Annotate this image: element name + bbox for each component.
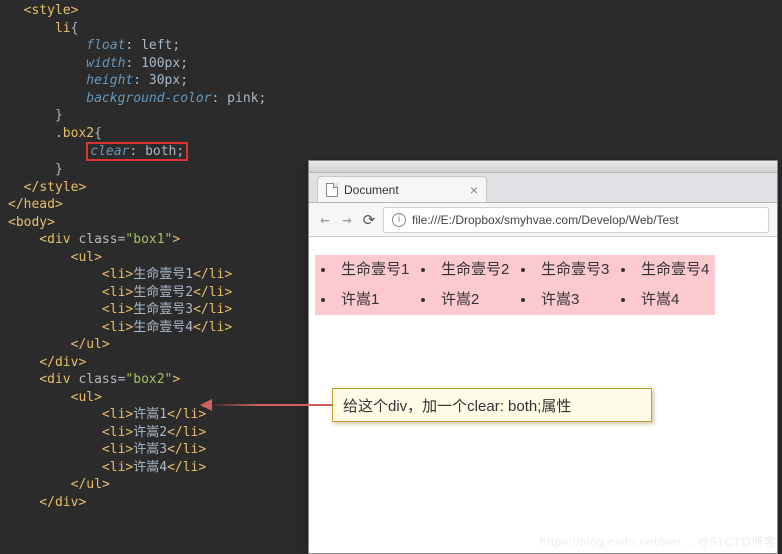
browser-titlebar (309, 161, 777, 173)
callout-box: 给这个div，加一个clear: both;属性 (332, 388, 652, 422)
back-icon[interactable]: ← (317, 212, 333, 228)
list-item: 生命壹号2 (415, 255, 515, 285)
callout-arrow-line (208, 404, 332, 406)
browser-tabstrip: Document × (309, 173, 777, 203)
reload-icon[interactable]: ⟳ (361, 212, 377, 228)
list-item: 生命壹号3 (515, 255, 615, 285)
code-line[interactable]: background-color: pink; (8, 90, 774, 108)
document-icon (326, 183, 338, 197)
url-text: file:///E:/Dropbox/smyhvae.com/Develop/W… (412, 213, 679, 227)
address-bar: ← → ⟳ i file:///E:/Dropbox/smyhvae.com/D… (309, 203, 777, 237)
code-line[interactable]: } (8, 107, 774, 125)
list-item: 生命壹号1 (315, 255, 415, 285)
forward-icon: → (339, 212, 355, 228)
code-line[interactable]: clear: both; (8, 142, 774, 161)
code-line[interactable]: .box2{ (8, 125, 774, 143)
list-item: 许嵩1 (315, 285, 415, 315)
list-item: 许嵩2 (415, 285, 515, 315)
highlight-redbox: clear: both; (86, 142, 188, 161)
page-viewport: 生命壹号1生命壹号2生命壹号3生命壹号4 许嵩1许嵩2许嵩3许嵩4 (309, 237, 777, 333)
code-line[interactable]: float: left; (8, 37, 774, 55)
url-input[interactable]: i file:///E:/Dropbox/smyhvae.com/Develop… (383, 207, 769, 233)
list-item: 生命壹号4 (615, 255, 715, 285)
list-row-1: 生命壹号1生命壹号2生命壹号3生命壹号4 (315, 255, 771, 285)
list-row-2: 许嵩1许嵩2许嵩3许嵩4 (315, 285, 771, 315)
code-line[interactable]: width: 100px; (8, 55, 774, 73)
code-line[interactable]: height: 30px; (8, 72, 774, 90)
callout-text: 给这个div，加一个clear: both;属性 (343, 395, 571, 416)
code-line[interactable]: <style> (8, 2, 774, 20)
close-icon[interactable]: × (470, 182, 478, 198)
tab-title: Document (344, 183, 399, 197)
watermark: https://blog.csdn.net/wei …@51CTO博客 (540, 533, 776, 550)
code-line[interactable]: li{ (8, 20, 774, 38)
list-item: 许嵩3 (515, 285, 615, 315)
list-item: 许嵩4 (615, 285, 715, 315)
browser-tab[interactable]: Document × (317, 176, 487, 202)
info-icon[interactable]: i (392, 213, 406, 227)
browser-window: Document × ← → ⟳ i file:///E:/Dropbox/sm… (308, 160, 778, 554)
callout-arrow-head (200, 399, 212, 411)
